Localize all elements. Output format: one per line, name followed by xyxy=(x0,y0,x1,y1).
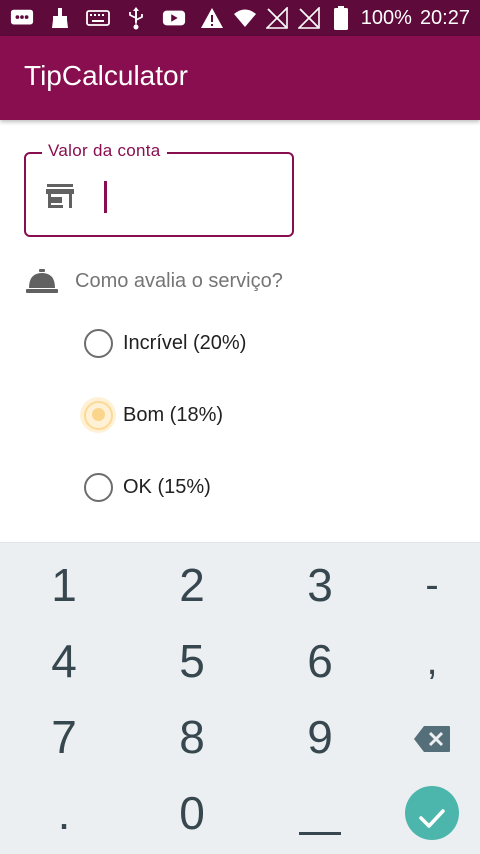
keyboard-icon xyxy=(86,6,110,30)
numeric-keyboard: 1 2 3 - 4 5 6 , 7 8 9 . 0 xyxy=(0,542,480,854)
bill-amount-label: Valor da conta xyxy=(42,141,167,161)
radio-label: Bom (18%) xyxy=(123,403,224,426)
key-comma[interactable]: , xyxy=(372,623,480,699)
check-icon xyxy=(418,786,446,840)
text-cursor xyxy=(104,181,107,213)
wifi-icon xyxy=(233,6,257,30)
battery-icon xyxy=(329,6,353,30)
radio-option-good[interactable]: Bom (18%) xyxy=(80,396,224,433)
key-9[interactable]: 9 xyxy=(260,699,380,775)
radio-option-amazing[interactable]: Incrível (20%) xyxy=(84,325,246,361)
bill-amount-field[interactable]: Valor da conta xyxy=(24,141,294,237)
key-0[interactable]: 0 xyxy=(132,775,252,851)
done-button[interactable] xyxy=(405,786,459,840)
youtube-icon xyxy=(162,6,186,30)
key-space[interactable] xyxy=(260,775,380,851)
service-question-label: Como avalia o serviço? xyxy=(75,269,283,292)
status-bar: 100% 20:27 xyxy=(0,0,480,36)
key-3[interactable]: 3 xyxy=(260,547,380,623)
key-8[interactable]: 8 xyxy=(132,699,252,775)
status-right-icons: 100% 20:27 xyxy=(233,4,470,32)
radio-button-checked[interactable] xyxy=(80,396,116,433)
radio-option-ok[interactable]: OK (15%) xyxy=(84,469,211,505)
no-signal-icon xyxy=(265,6,289,30)
key-minus[interactable]: - xyxy=(372,547,480,623)
radio-label: OK (15%) xyxy=(123,475,211,498)
radio-button[interactable] xyxy=(84,472,113,502)
app-title: TipCalculator xyxy=(24,60,188,91)
usb-icon xyxy=(124,6,148,30)
space-bar-icon xyxy=(299,831,341,835)
warning-icon xyxy=(200,6,224,30)
radio-button[interactable] xyxy=(84,328,113,358)
cleaner-icon xyxy=(48,6,72,30)
radio-label: Incrível (20%) xyxy=(123,331,247,354)
store-icon xyxy=(46,183,74,209)
key-5[interactable]: 5 xyxy=(132,623,252,699)
status-left-icons xyxy=(10,4,224,32)
key-backspace[interactable] xyxy=(372,699,480,775)
key-done[interactable] xyxy=(372,775,480,851)
room-service-bell-icon xyxy=(26,268,58,294)
key-period[interactable]: . xyxy=(4,775,124,851)
backspace-icon xyxy=(413,710,451,764)
app-bar: TipCalculator xyxy=(0,36,480,120)
key-1[interactable]: 1 xyxy=(4,547,124,623)
status-time: 20:27 xyxy=(419,6,470,29)
battery-percent: 100% xyxy=(360,6,412,29)
service-question-row: Como avalia o serviço? xyxy=(26,266,283,296)
key-2[interactable]: 2 xyxy=(132,547,252,623)
no-signal-icon xyxy=(297,6,321,30)
key-6[interactable]: 6 xyxy=(260,623,380,699)
key-7[interactable]: 7 xyxy=(4,699,124,775)
message-icon xyxy=(10,6,34,30)
key-4[interactable]: 4 xyxy=(4,623,124,699)
